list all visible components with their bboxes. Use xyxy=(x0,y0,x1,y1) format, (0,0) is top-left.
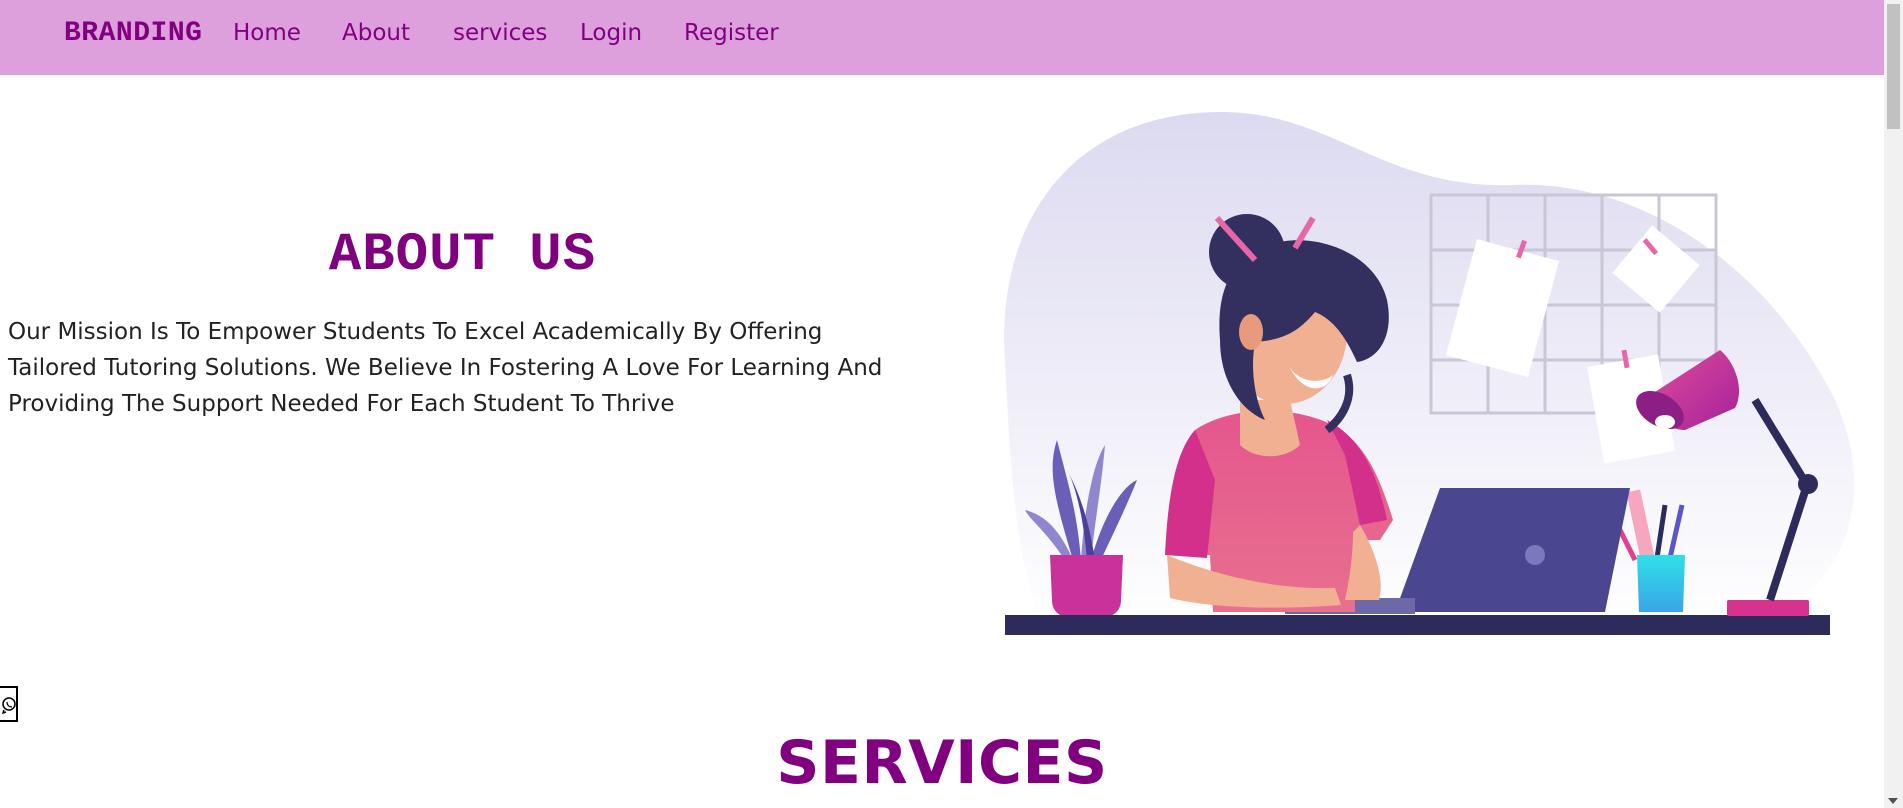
scrollbar-thumb[interactable] xyxy=(1887,4,1900,129)
nav-register[interactable]: Register xyxy=(684,20,779,46)
brand-logo[interactable]: BRANDING xyxy=(64,18,202,49)
about-description: Our Mission Is To Empower Students To Ex… xyxy=(8,319,883,417)
services-title: SERVICES xyxy=(776,728,1108,798)
navbar: BRANDING Home About services Login Regis… xyxy=(0,0,1884,75)
nav-about[interactable]: About xyxy=(342,20,410,46)
girl-studying-laptop-illustration xyxy=(1004,111,1855,635)
about-title: ABOUT US xyxy=(328,225,597,286)
whatsapp-icon[interactable] xyxy=(0,686,18,722)
nav-login[interactable]: Login xyxy=(580,20,642,46)
nav-home[interactable]: Home xyxy=(233,20,301,46)
scroll-down-arrow-icon[interactable] xyxy=(1888,798,1898,804)
nav-services[interactable]: services xyxy=(453,20,547,46)
vertical-scrollbar[interactable] xyxy=(1884,0,1903,808)
